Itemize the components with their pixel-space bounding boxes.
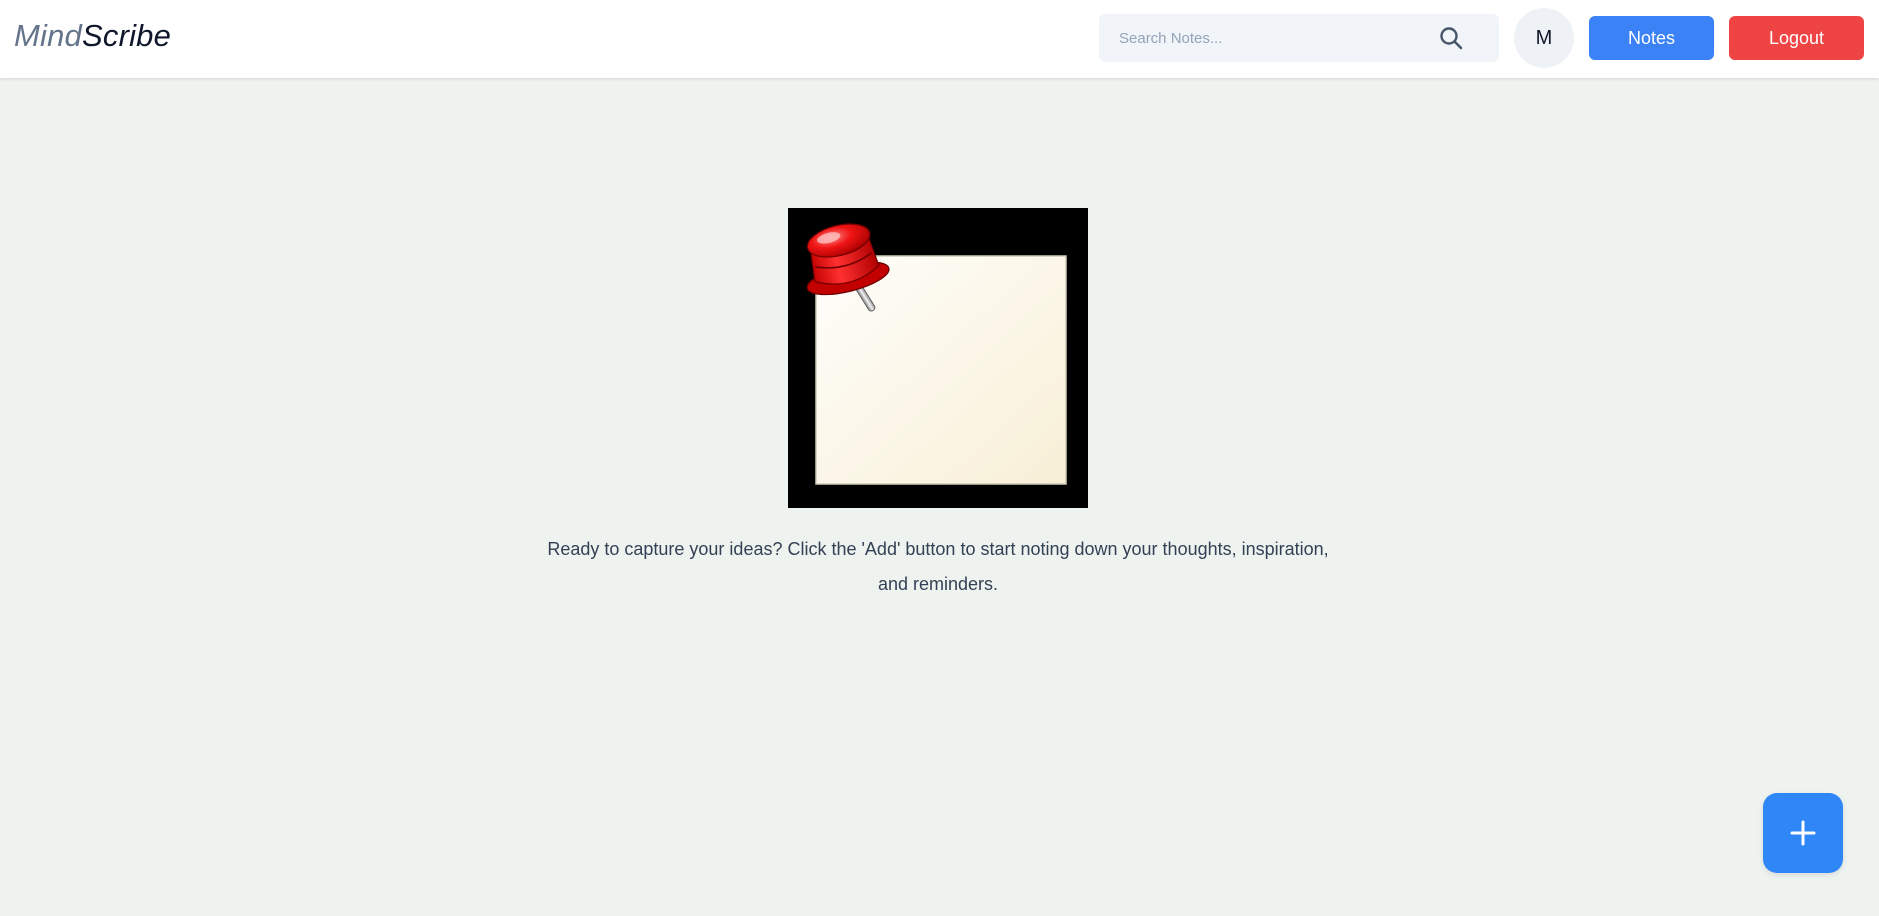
pinned-note-icon [806, 223, 1067, 485]
navbar: MindScribe M Notes Logout [0, 0, 1879, 78]
plus-icon [1790, 820, 1816, 846]
search-bar [1099, 14, 1499, 62]
user-avatar[interactable]: M [1514, 8, 1574, 68]
notes-button[interactable]: Notes [1589, 16, 1714, 60]
add-note-button[interactable] [1763, 793, 1843, 873]
app-logo[interactable]: MindScribe [14, 18, 171, 54]
search-input[interactable] [1099, 14, 1439, 62]
logo-part-mind: Mind [14, 18, 82, 53]
search-icon[interactable] [1438, 25, 1464, 51]
empty-state-message: Ready to capture your ideas? Click the '… [547, 539, 1329, 594]
logout-button[interactable]: Logout [1729, 16, 1864, 60]
logo-part-scribe: Scribe [82, 18, 172, 53]
empty-state-illustration [788, 208, 1088, 508]
